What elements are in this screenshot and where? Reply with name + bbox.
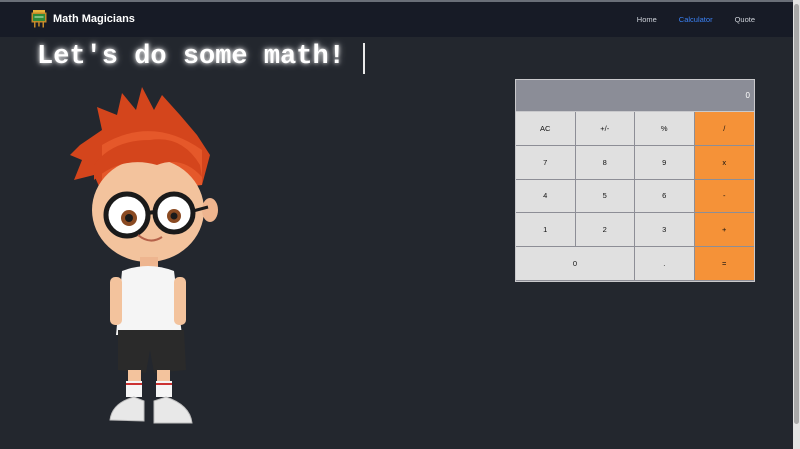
nav-links: Home Calculator Quote <box>615 15 755 24</box>
key-7[interactable]: 7 <box>516 145 576 180</box>
calculator: 0 AC +/- % / 7 8 9 x 4 5 6 - 1 2 3 + 0 .… <box>515 79 755 282</box>
key-ac[interactable]: AC <box>516 112 576 146</box>
cartoon-boy-illustration <box>70 87 218 424</box>
key-add[interactable]: + <box>694 213 754 248</box>
nav-link-quote[interactable]: Quote <box>735 15 755 24</box>
chalkboard-icon <box>31 10 47 28</box>
vertical-scrollbar[interactable] <box>793 0 800 449</box>
key-sign[interactable]: +/- <box>575 112 635 146</box>
nav-link-calculator[interactable]: Calculator <box>679 15 713 24</box>
key-divide[interactable]: / <box>694 112 754 146</box>
key-equals[interactable]: = <box>694 247 754 281</box>
key-8[interactable]: 8 <box>575 145 635 180</box>
key-subtract[interactable]: - <box>694 179 754 214</box>
typing-cursor <box>363 43 365 74</box>
scrollbar-thumb[interactable] <box>794 4 799 424</box>
navbar: Math Magicians Home Calculator Quote <box>0 2 793 37</box>
key-6[interactable]: 6 <box>635 179 695 214</box>
key-0[interactable]: 0 <box>516 247 635 281</box>
key-9[interactable]: 9 <box>635 145 695 180</box>
key-decimal[interactable]: . <box>635 247 695 281</box>
key-multiply[interactable]: x <box>694 145 754 180</box>
brand[interactable]: Math Magicians <box>31 10 135 28</box>
calculator-display: 0 <box>516 80 754 112</box>
nav-link-home[interactable]: Home <box>637 15 657 24</box>
key-3[interactable]: 3 <box>635 213 695 248</box>
page-heading: Let's do some math! <box>37 42 345 72</box>
key-4[interactable]: 4 <box>516 179 576 214</box>
brand-title: Math Magicians <box>53 13 135 25</box>
key-2[interactable]: 2 <box>575 213 635 248</box>
key-percent[interactable]: % <box>635 112 695 146</box>
key-1[interactable]: 1 <box>516 213 576 248</box>
key-5[interactable]: 5 <box>575 179 635 214</box>
